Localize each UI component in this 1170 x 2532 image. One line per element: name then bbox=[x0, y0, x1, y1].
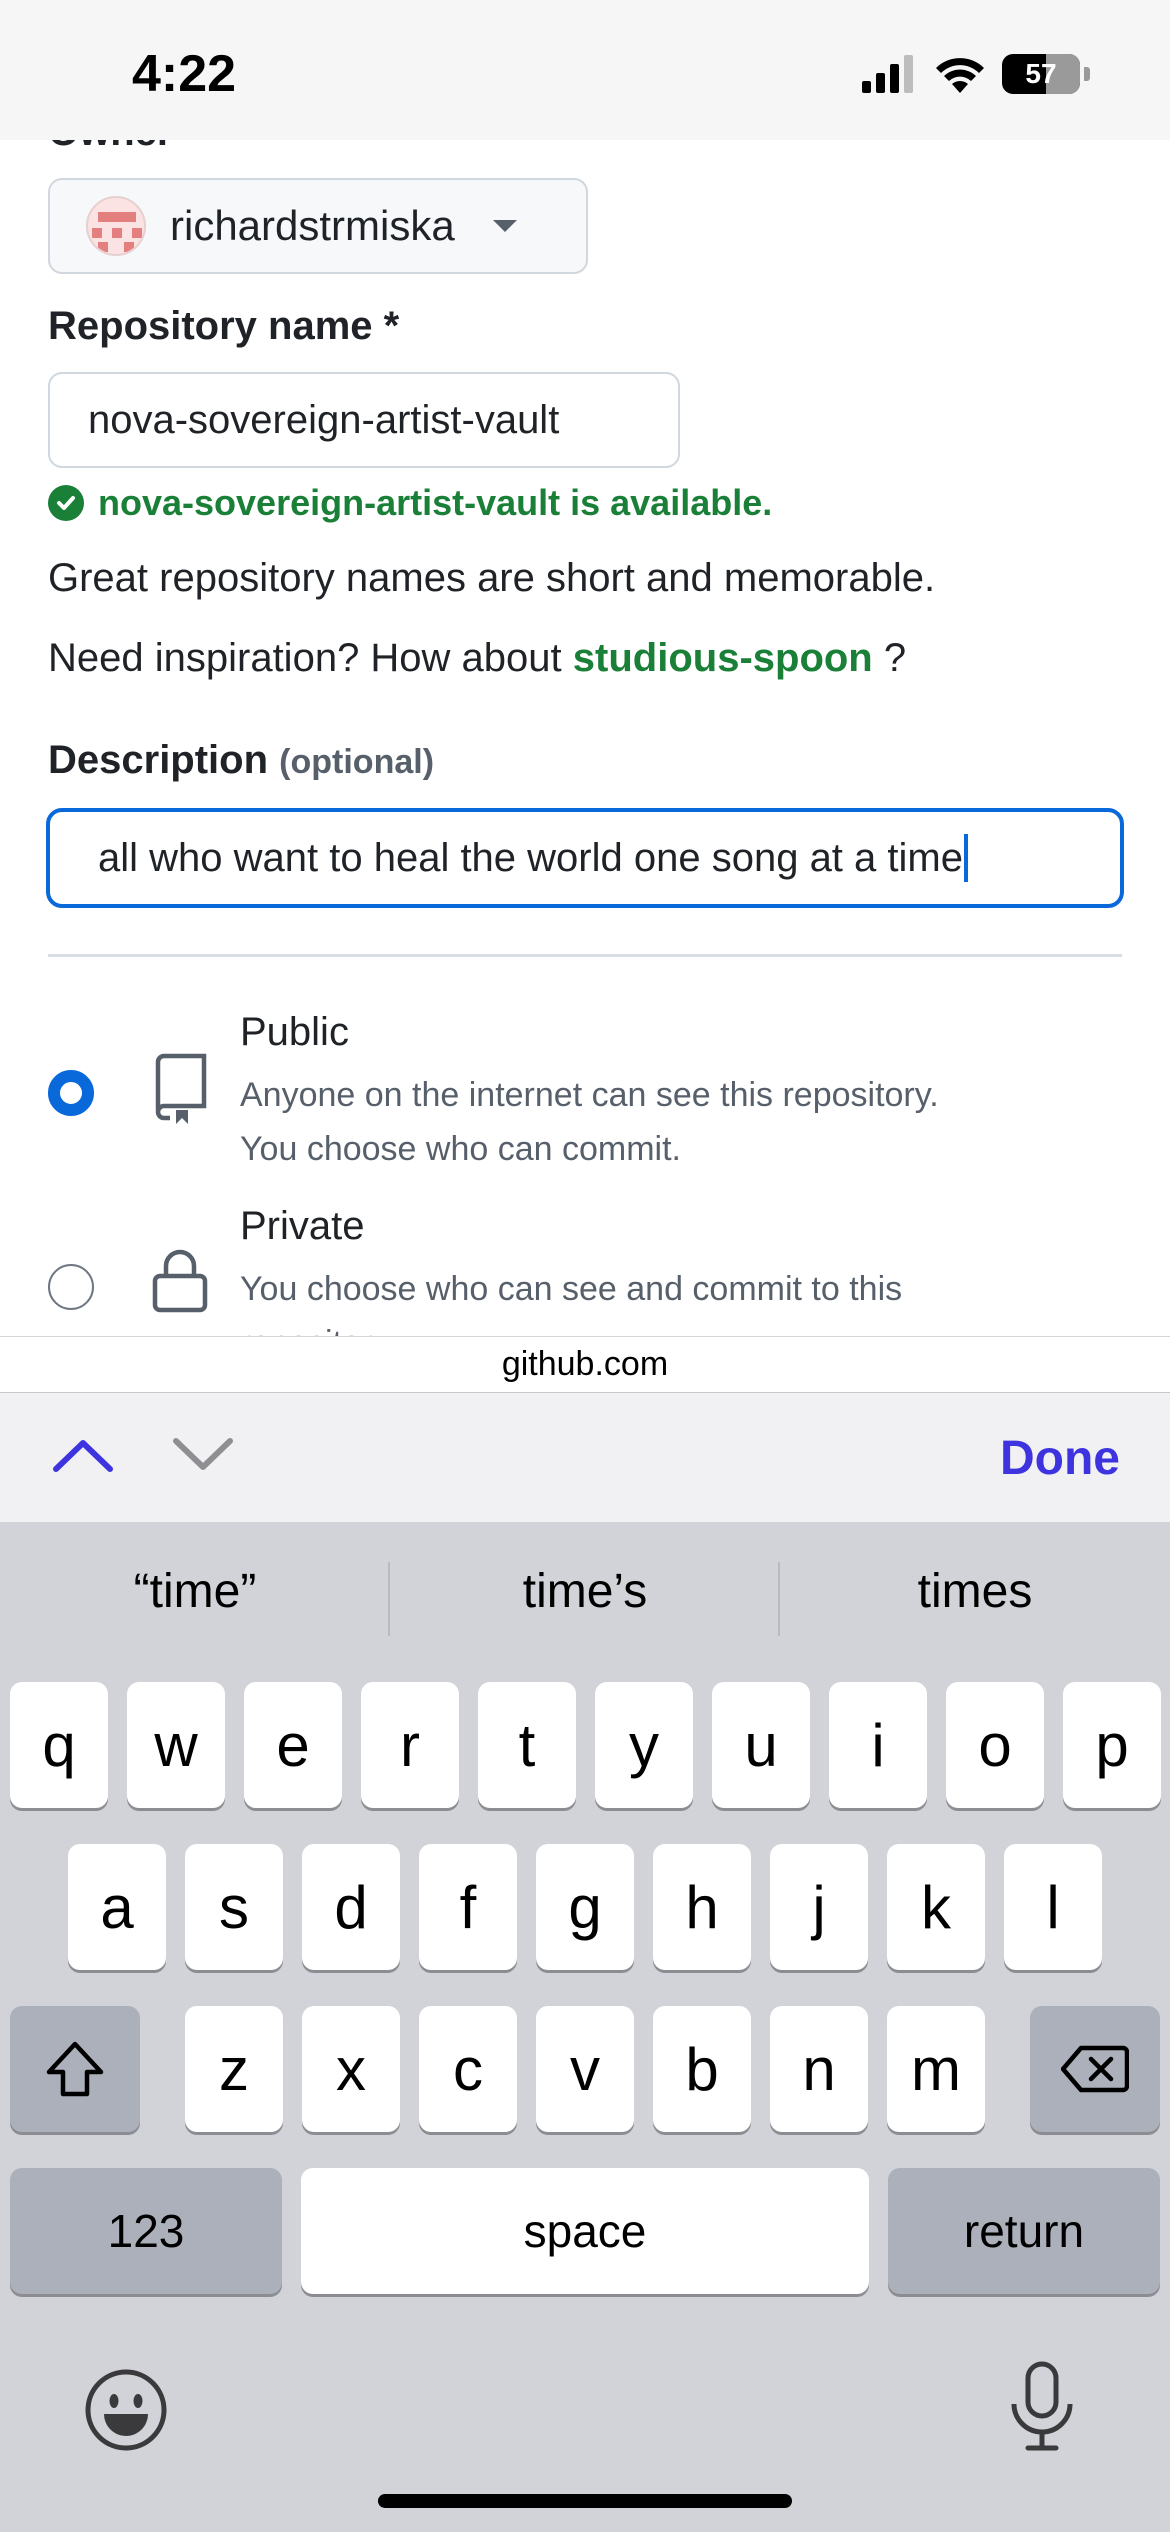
key-h[interactable]: h bbox=[653, 1844, 751, 1970]
visibility-private-title: Private bbox=[240, 1204, 365, 1248]
prediction-2[interactable]: time’s bbox=[390, 1564, 780, 1619]
url-text: github.com bbox=[501, 1345, 669, 1383]
visibility-public-desc: Anyone on the internet can see this repo… bbox=[240, 1076, 939, 1168]
repo-name-input[interactable]: nova-sovereign-artist-vault bbox=[48, 372, 680, 468]
emoji-icon[interactable] bbox=[84, 2368, 168, 2452]
key-t[interactable]: t bbox=[478, 1682, 576, 1808]
done-button[interactable]: Done bbox=[1000, 1431, 1120, 1486]
suggestion-link[interactable]: studious-spoon bbox=[573, 636, 873, 680]
description-value: all who want to heal the world one song … bbox=[98, 835, 963, 880]
status-bar: 4:22 57 bbox=[0, 0, 1170, 140]
availability-message: nova-sovereign-artist-vault is available… bbox=[48, 482, 772, 524]
owner-name: richardstrmiska bbox=[170, 202, 455, 249]
description-label: Description (optional) bbox=[48, 738, 435, 782]
avatar bbox=[86, 196, 146, 256]
key-b[interactable]: b bbox=[653, 2006, 751, 2132]
return-key[interactable]: return bbox=[888, 2168, 1160, 2294]
key-q[interactable]: q bbox=[10, 1682, 108, 1808]
home-indicator bbox=[378, 2494, 792, 2508]
keyboard: “time” time’s times qwertyuiop asdfghjkl z… bbox=[0, 1522, 1170, 2532]
key-w[interactable]: w bbox=[127, 1682, 225, 1808]
visibility-public-title: Public bbox=[240, 1010, 349, 1054]
page-content: Owner richardstrmiska Repository name * … bbox=[0, 140, 1170, 1336]
keyboard-accessory-bar: Done bbox=[0, 1392, 1170, 1522]
battery-level: 57 bbox=[1025, 58, 1057, 89]
prediction-bar: “time” time’s times bbox=[0, 1522, 1170, 1676]
key-v[interactable]: v bbox=[536, 2006, 634, 2132]
key-x[interactable]: x bbox=[302, 2006, 400, 2132]
key-a[interactable]: a bbox=[68, 1844, 166, 1970]
chevron-up-icon[interactable] bbox=[52, 1435, 114, 1475]
radio-public[interactable] bbox=[48, 1070, 94, 1116]
text-cursor bbox=[963, 834, 968, 882]
battery-icon: 57 bbox=[1002, 54, 1080, 94]
key-l[interactable]: l bbox=[1004, 1844, 1102, 1970]
hint-memorable: Great repository names are short and mem… bbox=[48, 556, 936, 600]
key-y[interactable]: y bbox=[595, 1682, 693, 1808]
key-c[interactable]: c bbox=[419, 2006, 517, 2132]
prediction-1[interactable]: “time” bbox=[0, 1564, 390, 1619]
key-r[interactable]: r bbox=[361, 1682, 459, 1808]
delete-icon bbox=[1061, 2045, 1129, 2093]
status-time: 4:22 bbox=[132, 45, 237, 103]
availability-text: nova-sovereign-artist-vault is available… bbox=[98, 482, 773, 523]
cellular-signal-icon bbox=[862, 55, 913, 93]
key-k[interactable]: k bbox=[887, 1844, 985, 1970]
key-m[interactable]: m bbox=[887, 2006, 985, 2132]
key-u[interactable]: u bbox=[712, 1682, 810, 1808]
repo-icon bbox=[155, 1053, 207, 1124]
backspace-key[interactable] bbox=[1030, 2006, 1160, 2132]
key-o[interactable]: o bbox=[946, 1682, 1044, 1808]
optional-label: (optional) bbox=[279, 743, 435, 781]
key-n[interactable]: n bbox=[770, 2006, 868, 2132]
lock-icon bbox=[152, 1249, 208, 1313]
wifi-icon bbox=[936, 58, 984, 93]
divider bbox=[48, 954, 1122, 957]
key-p[interactable]: p bbox=[1063, 1682, 1161, 1808]
numbers-key[interactable]: 123 bbox=[10, 2168, 282, 2294]
key-s[interactable]: s bbox=[185, 1844, 283, 1970]
key-d[interactable]: d bbox=[302, 1844, 400, 1970]
status-icons: 57 bbox=[862, 54, 1090, 94]
chevron-down-icon bbox=[492, 220, 517, 232]
key-j[interactable]: j bbox=[770, 1844, 868, 1970]
space-key[interactable]: space bbox=[301, 2168, 869, 2294]
key-e[interactable]: e bbox=[244, 1682, 342, 1808]
visibility-private-desc: You choose who can see and commit to thi… bbox=[240, 1270, 903, 1336]
description-input[interactable]: all who want to heal the world one song … bbox=[46, 808, 1124, 908]
owner-label: Owner bbox=[48, 140, 172, 155]
prediction-3[interactable]: times bbox=[780, 1564, 1170, 1619]
owner-dropdown[interactable]: richardstrmiska bbox=[48, 178, 588, 274]
key-i[interactable]: i bbox=[829, 1682, 927, 1808]
microphone-icon[interactable] bbox=[1006, 2360, 1078, 2454]
radio-private[interactable] bbox=[48, 1264, 94, 1310]
shift-icon bbox=[46, 2041, 104, 2097]
check-circle-icon bbox=[48, 485, 84, 521]
key-f[interactable]: f bbox=[419, 1844, 517, 1970]
repo-name-label: Repository name * bbox=[48, 304, 400, 348]
key-g[interactable]: g bbox=[536, 1844, 634, 1970]
hint-inspiration: Need inspiration? How about studious-spo… bbox=[48, 636, 907, 680]
chevron-down-icon[interactable] bbox=[172, 1435, 234, 1475]
key-z[interactable]: z bbox=[185, 2006, 283, 2132]
address-bar[interactable]: github.com bbox=[0, 1336, 1170, 1392]
shift-key[interactable] bbox=[10, 2006, 140, 2132]
